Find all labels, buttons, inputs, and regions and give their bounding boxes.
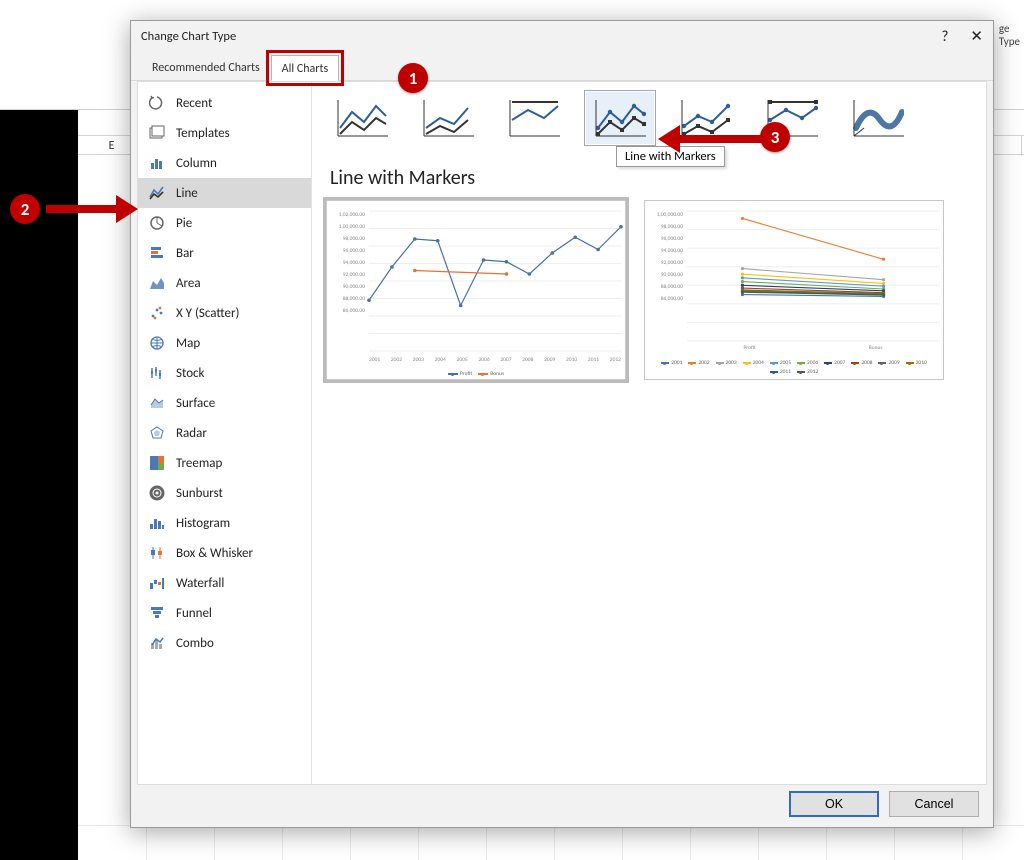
help-button[interactable]: ? — [941, 21, 948, 53]
subtype-line[interactable] — [326, 90, 398, 146]
box-icon — [148, 544, 166, 562]
sidebar-item-histogram[interactable]: Histogram — [138, 508, 311, 538]
treemap-icon — [148, 454, 166, 472]
sidebar-item-box[interactable]: Box & Whisker — [138, 538, 311, 568]
sidebar-item-label: Radar — [176, 426, 207, 441]
preview-2[interactable]: 1,00,000.0098,000.0096,000.0094,000.0092… — [644, 200, 944, 380]
sunburst-icon — [148, 484, 166, 502]
ok-button[interactable]: OK — [789, 791, 879, 817]
annotation-marker-2: 2 — [10, 194, 40, 224]
tab-all-charts[interactable]: All Charts — [271, 55, 340, 81]
map-icon — [148, 334, 166, 352]
main-panel: Line with Markers Line with Markers 1,02… — [312, 82, 986, 784]
sidebar-item-label: Pie — [176, 216, 192, 231]
sidebar-item-bar[interactable]: Bar — [138, 238, 311, 268]
left-black-strip — [0, 0, 78, 860]
scatter-icon — [148, 304, 166, 322]
sidebar-item-recent[interactable]: Recent — [138, 88, 311, 118]
sidebar-item-label: Funnel — [176, 606, 212, 621]
dialog-titlebar[interactable]: Change Chart Type ? ✕ — [131, 21, 993, 53]
line-subtype-row: Line with Markers — [326, 90, 972, 146]
subtype-3d-line[interactable] — [842, 90, 914, 146]
dialog-title: Change Chart Type — [141, 21, 236, 53]
annotation-arrow-3 — [658, 124, 766, 154]
pie-icon — [148, 214, 166, 232]
annotation-marker-1: 1 — [398, 63, 428, 93]
sidebar-item-scatter[interactable]: X Y (Scatter) — [138, 298, 311, 328]
chart-previews: 1,02,000.001,00,000.0098,000.0096,000.00… — [326, 200, 972, 380]
subtype-100-stacked-line[interactable] — [498, 90, 570, 146]
dialog-tabs: Recommended Charts All Charts — [131, 53, 993, 81]
sidebar-item-label: Area — [176, 276, 201, 291]
sidebar-item-label: Box & Whisker — [176, 546, 253, 561]
sidebar-item-surface[interactable]: Surface — [138, 388, 311, 418]
histogram-icon — [148, 514, 166, 532]
chart-category-sidebar: Recent Templates Column Line Pie Bar Area X Y (… — [138, 82, 312, 784]
radar-icon — [148, 424, 166, 442]
sidebar-item-label: X Y (Scatter) — [176, 306, 239, 321]
sidebar-item-stock[interactable]: Stock — [138, 358, 311, 388]
sidebar-item-label: Waterfall — [176, 576, 224, 591]
funnel-icon — [148, 604, 166, 622]
sidebar-item-map[interactable]: Map — [138, 328, 311, 358]
sidebar-item-area[interactable]: Area — [138, 268, 311, 298]
combo-icon — [148, 634, 166, 652]
sidebar-item-label: Combo — [176, 636, 214, 651]
sidebar-item-label: Templates — [176, 126, 230, 141]
sidebar-item-label: Map — [176, 336, 200, 351]
change-chart-type-dialog: Change Chart Type ? ✕ Recommended Charts… — [130, 20, 994, 828]
sidebar-item-label: Sunburst — [176, 486, 223, 501]
subtype-line-with-markers[interactable] — [584, 90, 656, 146]
area-icon — [148, 274, 166, 292]
sidebar-item-funnel[interactable]: Funnel — [138, 598, 311, 628]
sidebar-item-sunburst[interactable]: Sunburst — [138, 478, 311, 508]
sidebar-item-radar[interactable]: Radar — [138, 418, 311, 448]
templates-icon — [148, 124, 166, 142]
sidebar-item-column[interactable]: Column — [138, 148, 311, 178]
sidebar-item-waterfall[interactable]: Waterfall — [138, 568, 311, 598]
stock-icon — [148, 364, 166, 382]
line-icon — [148, 184, 166, 202]
sidebar-item-label: Treemap — [176, 456, 222, 471]
surface-icon — [148, 394, 166, 412]
annotation-arrow-2 — [46, 194, 142, 224]
sidebar-item-treemap[interactable]: Treemap — [138, 448, 311, 478]
sidebar-item-label: Histogram — [176, 516, 230, 531]
close-button[interactable]: ✕ — [970, 21, 983, 53]
subtype-title: Line with Markers — [330, 166, 972, 190]
sidebar-item-label: Stock — [176, 366, 204, 381]
ribbon-right-fragment: ge Type — [999, 22, 1020, 48]
sidebar-item-label: Recent — [176, 96, 212, 111]
sidebar-item-pie[interactable]: Pie — [138, 208, 311, 238]
sidebar-item-label: Column — [176, 156, 217, 171]
dialog-body: Recent Templates Column Line Pie Bar Area X Y (… — [137, 81, 987, 785]
dialog-buttons: OK Cancel — [789, 791, 979, 817]
preview-1[interactable]: 1,02,000.001,00,000.0098,000.0096,000.00… — [326, 200, 626, 380]
column-icon — [148, 154, 166, 172]
cancel-button[interactable]: Cancel — [889, 791, 979, 817]
sidebar-item-line[interactable]: Line — [138, 178, 311, 208]
sidebar-item-label: Line — [176, 186, 198, 201]
recent-icon — [148, 94, 166, 112]
subtype-stacked-line[interactable] — [412, 90, 484, 146]
sidebar-item-label: Bar — [176, 246, 194, 261]
tab-recommended-charts[interactable]: Recommended Charts — [141, 54, 271, 80]
sidebar-item-combo[interactable]: Combo — [138, 628, 311, 658]
waterfall-icon — [148, 574, 166, 592]
sidebar-item-label: Surface — [176, 396, 215, 411]
bar-icon — [148, 244, 166, 262]
sidebar-item-templates[interactable]: Templates — [138, 118, 311, 148]
